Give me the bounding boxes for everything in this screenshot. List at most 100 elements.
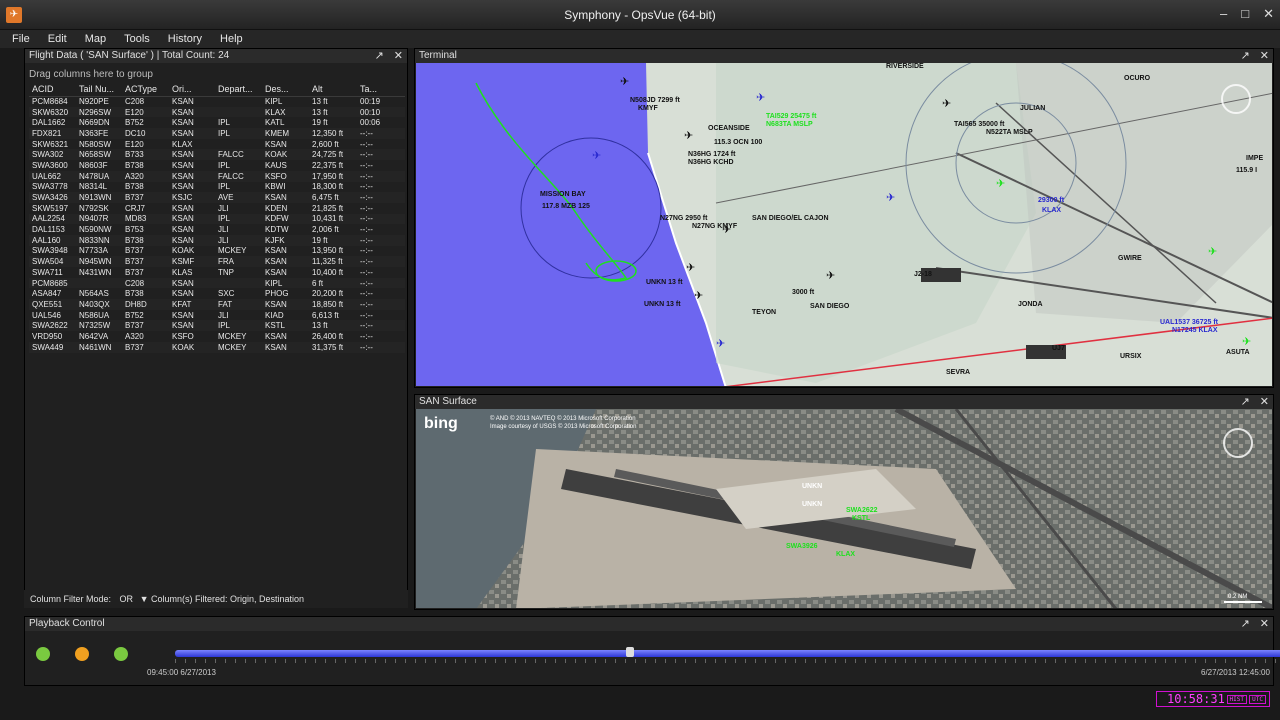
table-cell: KLAX [262, 106, 309, 118]
table-row[interactable]: PCM8684 N920PE C208 KSAN KIPL 13 ft 00:19 [29, 96, 405, 107]
table-cell: DC10 [122, 128, 169, 139]
map-label: N508JD 7299 ft [630, 97, 680, 104]
column-header[interactable]: Ta... [357, 83, 405, 97]
map-label: JONDA [1018, 301, 1043, 308]
table-row[interactable]: SWA3948 N7733A B737 KOAK MCKEY KSAN 13,950 ft -… [29, 246, 405, 257]
table-row[interactable]: SWA3600 N8603F B738 KSAN IPL KAUS 22,375 ft --:… [29, 160, 405, 171]
column-header[interactable]: Depart... [215, 83, 262, 97]
table-cell: --:-- [357, 170, 405, 182]
table-cell: --:-- [360, 267, 373, 277]
table-row[interactable]: SKW5197 N792SK CRJ7 KSAN JLI KDEN 21,825 ft --:… [29, 203, 405, 214]
map-label: UNKN 13 ft [646, 279, 683, 286]
table-row[interactable]: SWA302 N658SW B733 KSAN FALCC KOAK 24,725 ft --… [29, 149, 405, 161]
table-row[interactable]: DAL1662 N669DN B752 KSAN IPL KATL 19 ft 00:06 [29, 117, 405, 128]
table-row[interactable]: SWA504 N945WN B737 KSMF FRA KSAN 11,325 ft --:-… [29, 256, 405, 267]
pin-icon[interactable]: ↗ [1241, 395, 1250, 409]
filter-funnel-icon[interactable]: ▼ [140, 594, 149, 604]
table-row[interactable]: SWA2622 N7325W B737 KSAN IPL KSTL 13 ft --:-- [29, 320, 405, 332]
table-cell: KIPL [265, 97, 283, 107]
map-label: SAN DIEGO [810, 303, 850, 310]
table-row[interactable]: AAL160 N833NN B738 KSAN JLI KJFK 19 ft --:-- [29, 234, 405, 246]
minimize-button[interactable]: – [1220, 6, 1227, 22]
surface-map[interactable]: bing © AND © 2013 NAVTEQ © 2013 Microsof… [416, 409, 1272, 608]
menu-file[interactable]: File [12, 33, 30, 45]
column-header[interactable]: Alt [309, 83, 357, 97]
pin-icon[interactable]: ↗ [1241, 617, 1250, 631]
table-row[interactable]: DAL1153 N590NW B753 KSAN JLI KDTW 2,006 ft --:-… [29, 224, 405, 235]
column-header[interactable]: Tail Nu... [76, 83, 122, 97]
maximize-button[interactable]: □ [1241, 6, 1249, 22]
panel-close-icon[interactable]: ✕ [1260, 395, 1269, 409]
table-cell: SWA3426 [29, 192, 76, 203]
scale-label: 0.2 NM [1228, 594, 1248, 600]
table-cell: N642VA [79, 331, 109, 341]
map-label: N36HG KCHD [688, 159, 734, 166]
table-cell: B737 [125, 267, 144, 277]
table-row[interactable]: SWA3778 N8314L B738 KSAN IPL KBWI 18,300 ft --:… [29, 182, 405, 193]
table-cell: 13,950 ft [312, 246, 344, 256]
table-cell: N8603F [79, 160, 108, 170]
table-cell: KDEN [265, 203, 288, 213]
table-cell: KSAN [265, 246, 287, 256]
table-cell: KSAN [172, 160, 194, 170]
column-header[interactable]: ACType [122, 83, 169, 97]
menu-tools[interactable]: Tools [124, 33, 150, 45]
table-row[interactable]: ASA847 N564AS B738 KSAN SXC PHOG 20,200 ft --:-… [29, 288, 405, 299]
sim-clock: 10:58:31 HIST UTC [1156, 691, 1270, 707]
menu-history[interactable]: History [168, 33, 202, 45]
table-row[interactable]: AAL2254 N9407R MD83 KSAN IPL KDFW 10,431 ft --:… [29, 213, 405, 225]
map-label: 115.9 I [1236, 167, 1258, 174]
table-cell: AAL160 [29, 234, 76, 246]
menu-map[interactable]: Map [85, 33, 106, 45]
column-header[interactable]: ACID [29, 83, 76, 97]
close-button[interactable]: ✕ [1263, 6, 1274, 22]
filter-mode-value[interactable]: OR [120, 594, 134, 604]
table-row[interactable]: SWA449 N461WN B737 KOAK MCKEY KSAN 31,375 ft --… [29, 341, 405, 353]
table-cell: CRJ7 [125, 203, 146, 213]
timeline-thumb[interactable] [625, 647, 634, 657]
table-row[interactable]: UAL546 N586UA B752 KSAN JLI KIAD 6,613 ft --:-- [29, 310, 405, 321]
group-by-hint[interactable]: Drag columns here to group [25, 67, 407, 83]
table-row[interactable]: SWA711 N431WN B737 KLAS TNP KSAN 10,400 ft --:-… [29, 267, 405, 278]
table-row[interactable]: VRD950 N642VA A320 KSFO MCKEY KSAN 26,400 ft --… [29, 331, 405, 342]
table-row[interactable]: PCM8685 C208 KSAN KIPL 6 ft --:-- [29, 277, 405, 289]
map-label: KLAX [836, 551, 856, 558]
pin-icon[interactable]: ↗ [1241, 49, 1250, 63]
table-cell: KSAN [169, 234, 215, 246]
pause-button[interactable] [75, 647, 89, 661]
table-cell: KBWI [265, 182, 286, 192]
table-cell: 18,300 ft [312, 182, 344, 192]
column-header[interactable]: Des... [262, 83, 309, 97]
table-cell: SWA711 [32, 267, 63, 277]
table-cell: A320 [122, 170, 169, 182]
table-row[interactable]: SKW6320 N296SW E120 KSAN KLAX 13 ft 00:10 [29, 106, 405, 118]
fast-forward-button[interactable] [114, 647, 128, 661]
table-cell: AAL2254 [29, 213, 76, 225]
table-row[interactable]: SKW6321 N580SW E120 KLAX KSAN 2,600 ft --:-- [29, 139, 405, 150]
rewind-button[interactable] [36, 647, 50, 661]
column-header[interactable]: Ori... [169, 83, 215, 97]
pin-icon[interactable]: ↗ [375, 49, 384, 63]
table-cell: 18,850 ft [309, 299, 357, 310]
table-cell: N461WN [76, 341, 122, 353]
table-cell: PCM8684 [32, 97, 68, 107]
table-cell: KSAN [172, 182, 194, 192]
table-cell: SKW6320 [29, 106, 76, 118]
table-row[interactable]: SWA3426 N913WN B737 KSJC AVE KSAN 6,475 ft --:-… [29, 192, 405, 203]
menu-help[interactable]: Help [220, 33, 243, 45]
table-cell: KSAN [172, 289, 194, 299]
table-row[interactable]: FDX821 N363FE DC10 KSAN IPL KMEM 12,350 ft --:-… [29, 128, 405, 139]
table-row[interactable]: QXE551 N403QX DH8D KFAT FAT KSAN 18,850 ft --:-… [29, 299, 405, 310]
table-cell: SKW5197 [32, 203, 69, 213]
table-row[interactable]: UAL662 N478UA A320 KSAN FALCC KSFO 17,950 ft --… [29, 170, 405, 182]
panel-close-icon[interactable]: ✕ [1260, 617, 1269, 631]
table-cell: B738 [125, 182, 144, 192]
table-cell: AVE [215, 192, 262, 203]
table-cell: B752 [125, 118, 144, 128]
timeline-track[interactable] [175, 650, 1280, 657]
menu-edit[interactable]: Edit [48, 33, 67, 45]
panel-close-icon[interactable]: ✕ [394, 49, 403, 63]
table-cell: 31,375 ft [309, 341, 357, 353]
terminal-map[interactable]: N508JD 7299 ft KMYF OCEANSIDE 115.3 OCN 100… [416, 63, 1272, 386]
panel-close-icon[interactable]: ✕ [1260, 49, 1269, 63]
